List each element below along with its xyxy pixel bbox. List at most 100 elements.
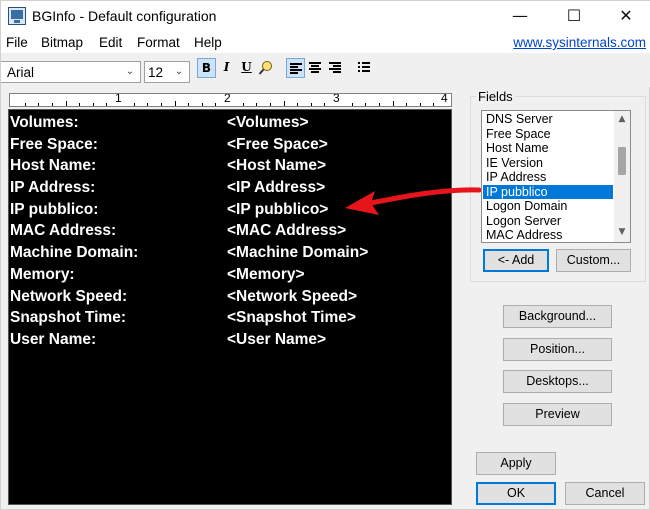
ok-button[interactable]: OK xyxy=(476,482,556,505)
align-center-icon xyxy=(309,62,321,73)
menu-file[interactable]: File xyxy=(6,35,28,50)
bullet-list-icon xyxy=(358,62,370,73)
menu-edit[interactable]: Edit xyxy=(99,35,122,50)
ruler-tick xyxy=(106,103,107,106)
ruler-tick xyxy=(202,103,203,106)
ruler-tick xyxy=(38,103,39,106)
row-label: User Name: xyxy=(10,331,97,348)
bginfo-app-icon xyxy=(8,7,26,25)
background-button[interactable]: Background... xyxy=(503,305,612,328)
row-label: IP Address: xyxy=(10,179,96,196)
ruler-tick xyxy=(93,103,94,106)
editor-row: Machine Domain: <Machine Domain> xyxy=(9,244,451,265)
close-button[interactable]: ✕ xyxy=(603,1,649,31)
ruler-tick xyxy=(52,103,53,106)
list-item[interactable]: MAC Address xyxy=(483,228,613,242)
italic-button[interactable]: I xyxy=(217,58,236,78)
ruler-tick xyxy=(243,103,244,106)
ruler-tick xyxy=(175,101,176,106)
ruler-tick xyxy=(311,103,312,106)
ruler-tick xyxy=(420,103,421,106)
editor-row: User Name: <User Name> xyxy=(9,331,451,352)
menu-help[interactable]: Help xyxy=(194,35,222,50)
align-right-button[interactable] xyxy=(326,58,345,78)
chevron-down-icon: ⌄ xyxy=(125,66,135,77)
ruler-tick xyxy=(393,101,394,106)
row-label: Free Space: xyxy=(10,136,98,153)
list-item[interactable]: IP Address xyxy=(483,170,613,185)
row-field: <Volumes> xyxy=(227,114,309,131)
format-toolbar: Arial ⌄ 12 ⌄ B I U xyxy=(1,53,650,87)
minimize-button[interactable]: — xyxy=(497,1,543,31)
ruler-tick xyxy=(147,103,148,106)
ruler: 1 2 3 4 xyxy=(9,93,452,107)
ruler-tick xyxy=(161,103,162,106)
bginfo-window: BGInfo - Default configuration — ☐ ✕ Fil… xyxy=(0,0,650,510)
row-label: Memory: xyxy=(10,266,75,283)
list-item[interactable]: DNS Server xyxy=(483,112,613,127)
row-field: <User Name> xyxy=(227,331,327,348)
ruler-tick xyxy=(379,103,380,106)
scroll-up-icon[interactable]: ▲ xyxy=(614,111,630,127)
menu-format[interactable]: Format xyxy=(137,35,180,50)
desktops-button[interactable]: Desktops... xyxy=(503,370,612,393)
row-field: <Free Space> xyxy=(227,136,328,153)
fields-listbox[interactable]: DNS Server Free Space Host Name IE Versi… xyxy=(481,110,631,243)
editor-row: Host Name: <Host Name> xyxy=(9,157,451,178)
ruler-number: 3 xyxy=(332,93,341,105)
row-field: <Memory> xyxy=(227,266,305,283)
row-label: Machine Domain: xyxy=(10,244,139,261)
fields-scrollbar[interactable]: ▲ ▼ xyxy=(614,111,630,242)
editor-row: Volumes: <Volumes> xyxy=(9,114,451,135)
ruler-tick xyxy=(79,103,80,106)
configuration-editor[interactable]: Volumes: <Volumes> Free Space: <Free Space… xyxy=(8,109,452,505)
editor-row: Snapshot Time: <Snapshot Time> xyxy=(9,309,451,330)
font-name-combo[interactable]: Arial ⌄ xyxy=(1,61,141,83)
underline-button[interactable]: U xyxy=(237,58,256,78)
row-field: <Host Name> xyxy=(227,157,327,174)
list-item[interactable]: Logon Domain xyxy=(483,199,613,214)
preview-button[interactable]: Preview xyxy=(503,403,612,426)
list-item-selected[interactable]: IP pubblico xyxy=(483,184,613,199)
row-field: <Network Speed> xyxy=(227,288,358,305)
bold-button[interactable]: B xyxy=(197,58,216,78)
list-item[interactable]: Host Name xyxy=(483,141,613,156)
position-button[interactable]: Position... xyxy=(503,338,612,361)
ruler-number: 1 xyxy=(114,93,123,105)
list-item[interactable]: Free Space xyxy=(483,127,613,142)
menu-bitmap[interactable]: Bitmap xyxy=(41,35,83,50)
align-left-button[interactable] xyxy=(286,58,305,78)
row-label: MAC Address: xyxy=(10,222,117,239)
font-picker-icon xyxy=(258,61,272,75)
ruler-tick xyxy=(352,103,353,106)
ruler-tick xyxy=(324,103,325,106)
list-item[interactable]: Logon Server xyxy=(483,214,613,229)
ruler-tick xyxy=(66,101,67,106)
font-size-combo[interactable]: 12 ⌄ xyxy=(144,61,190,83)
window-title: BGInfo - Default configuration xyxy=(32,8,217,24)
list-item[interactable]: IE Version xyxy=(483,156,613,171)
font-color-button[interactable] xyxy=(257,58,276,78)
add-field-button[interactable]: <- Add xyxy=(483,249,549,272)
sysinternals-link[interactable]: www.sysinternals.com xyxy=(513,35,646,50)
ruler-tick xyxy=(406,103,407,106)
row-label: Network Speed: xyxy=(10,288,128,305)
scroll-down-icon[interactable]: ▼ xyxy=(614,224,630,240)
align-center-button[interactable] xyxy=(306,58,325,78)
menu-bar: File Bitmap Edit Format Help www.sysinte… xyxy=(1,31,650,53)
row-label: Host Name: xyxy=(10,157,97,174)
custom-field-button[interactable]: Custom... xyxy=(556,249,631,272)
row-field: <Machine Domain> xyxy=(227,244,369,261)
bullets-button[interactable] xyxy=(355,58,374,78)
scrollbar-thumb[interactable] xyxy=(618,147,626,175)
cancel-button[interactable]: Cancel xyxy=(565,482,645,505)
red-annotation-arrow-icon xyxy=(345,187,481,215)
ruler-tick xyxy=(297,103,298,106)
apply-button[interactable]: Apply xyxy=(476,452,556,475)
maximize-button[interactable]: ☐ xyxy=(551,1,597,31)
ruler-number: 4 xyxy=(440,93,449,105)
row-field: <IP pubblico> xyxy=(227,201,329,218)
title-bar: BGInfo - Default configuration — ☐ ✕ xyxy=(1,1,650,31)
editor-row: Free Space: <Free Space> xyxy=(9,136,451,157)
align-left-icon xyxy=(290,63,302,74)
